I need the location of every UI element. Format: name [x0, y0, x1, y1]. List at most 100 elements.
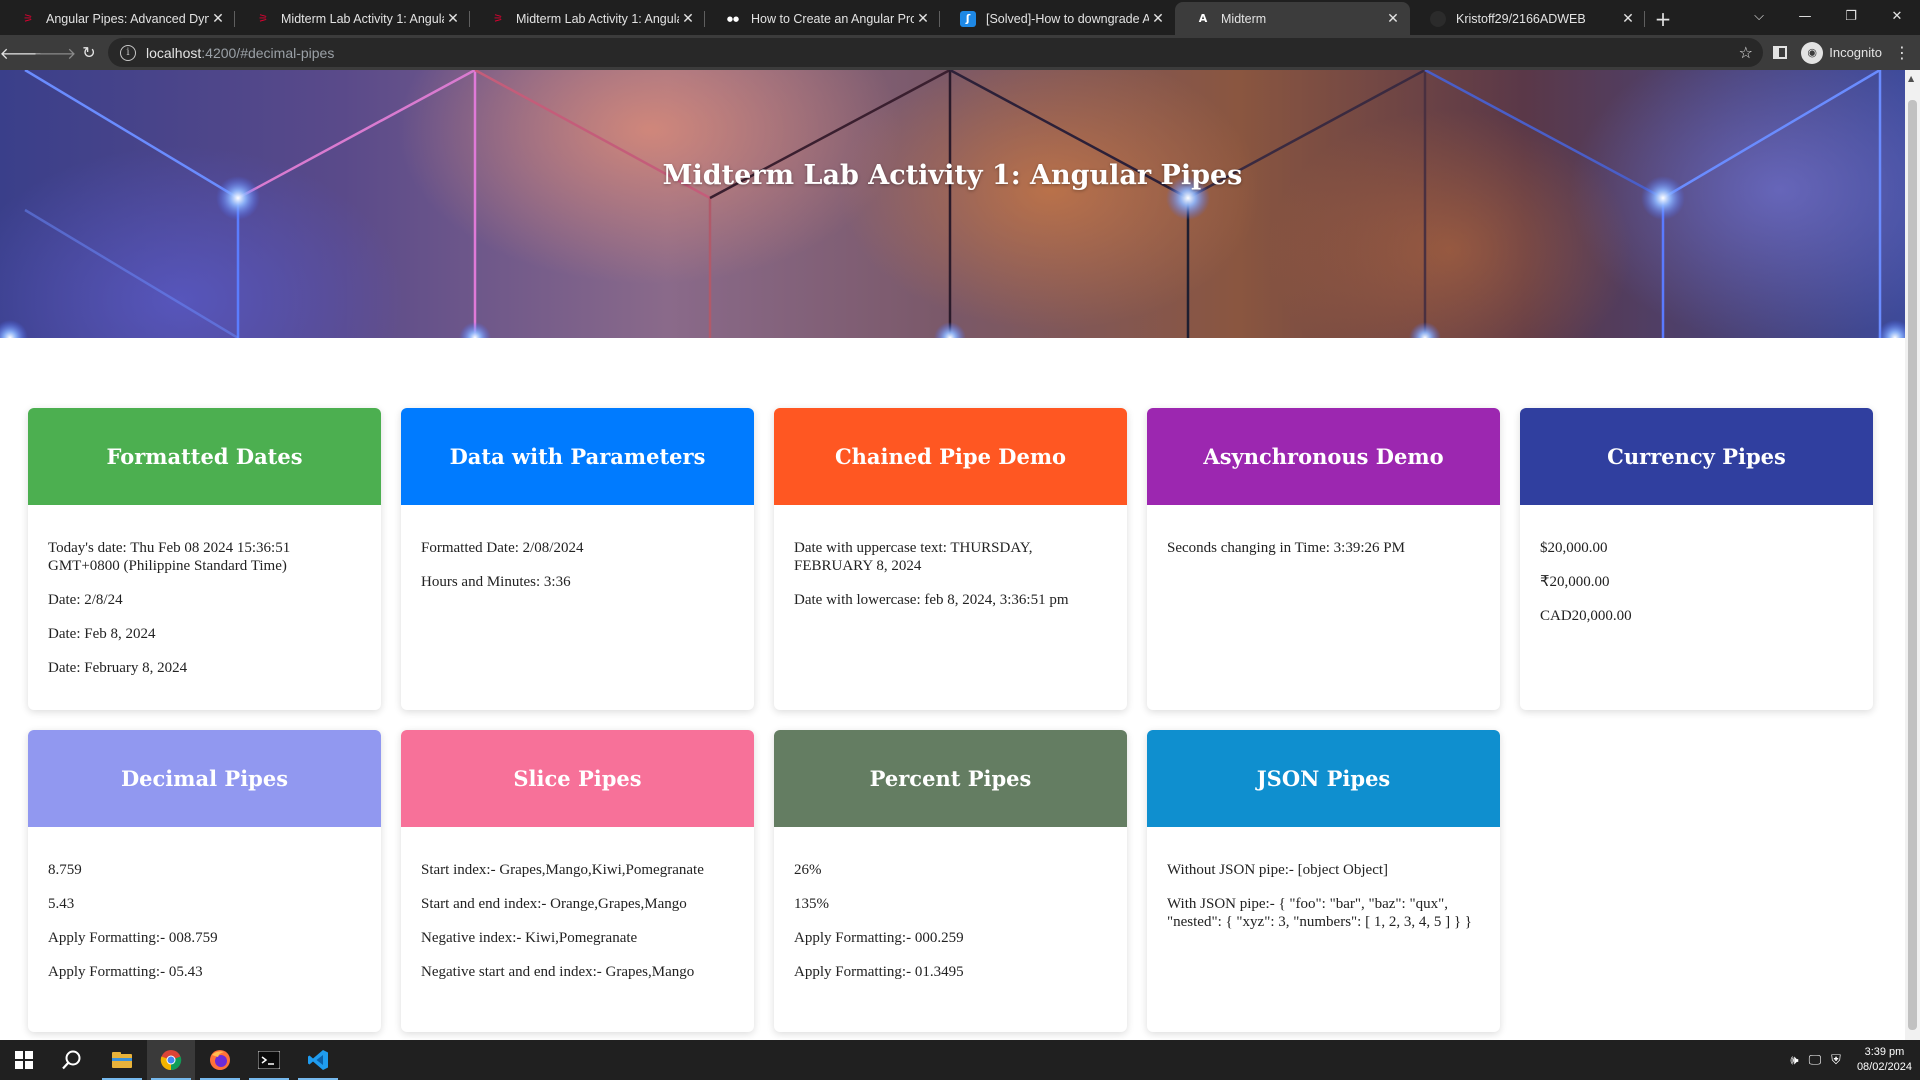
card-line: Start and end index:- Orange,Grapes,Mang…: [421, 896, 687, 912]
card-title: Formatted Dates: [28, 408, 381, 505]
menu-kebab-icon[interactable]: ⋮: [1894, 43, 1910, 62]
card-line: Hours and Minutes: 3:36: [421, 574, 571, 590]
tab-close-icon[interactable]: ✕: [209, 10, 227, 28]
file-explorer-icon[interactable]: [98, 1040, 146, 1080]
browser-tab[interactable]: ●● How to Create an Angular Proje ✕: [705, 2, 940, 35]
tab-title: Angular Pipes: Advanced Dynam: [46, 11, 209, 26]
window-controls: ⌵ — ❐ ✕: [1736, 0, 1920, 32]
clock-date: 08/02/2024: [1856, 1061, 1912, 1073]
pipe-card: Slice Pipes Start index:- Grapes,Mango,Ki…: [401, 730, 754, 1032]
browser-tab[interactable]: A Midterm ✕: [1175, 2, 1410, 35]
card-title: JSON Pipes: [1147, 730, 1500, 827]
windows-start-icon[interactable]: [0, 1040, 48, 1080]
chrome-icon[interactable]: [147, 1040, 195, 1080]
card-line: Apply Formatting:- 008.759: [48, 930, 218, 946]
card-line: Today's date: Thu Feb 08 2024 15:36:51 G…: [48, 540, 291, 574]
card-line: Formatted Date: 2/08/2024: [421, 540, 584, 556]
clock-time: 3:39 pm: [1864, 1046, 1905, 1058]
tab-search-icon[interactable]: ⌵: [1736, 0, 1782, 32]
browser-tab[interactable]: ⚞ Midterm Lab Activity 1: Angular ✕: [470, 2, 705, 35]
card-line: Negative start and end index:- Grapes,Ma…: [421, 964, 695, 980]
card-title: Asynchronous Demo: [1147, 408, 1500, 505]
card-title: Slice Pipes: [401, 730, 754, 827]
tab-close-icon[interactable]: ✕: [1619, 10, 1637, 28]
card-line: Date: Feb 8, 2024: [48, 626, 156, 642]
card-line: Date with lowercase: feb 8, 2024, 3:36:5…: [794, 592, 1069, 608]
tab-title: How to Create an Angular Proje: [751, 11, 914, 26]
restore-button[interactable]: ❐: [1828, 0, 1874, 32]
card-line: CAD20,000.00: [1540, 608, 1632, 624]
page-title: Midterm Lab Activity 1: Angular Pipes: [662, 160, 1243, 191]
medium-favicon-icon: ●●: [726, 14, 740, 23]
tab-title: Midterm: [1221, 11, 1267, 26]
card-line: ₹20,000.00: [1540, 574, 1610, 590]
pipe-card: Data with Parameters Formatted Date: 2/08…: [401, 408, 754, 710]
card-title: Data with Parameters: [401, 408, 754, 505]
browser-toolbar: 🡐 🡒 ↻ i localhost:4200/#decimal-pipes ☆ …: [0, 35, 1920, 70]
back-button[interactable]: 🡐: [0, 40, 42, 66]
card-line: Apply Formatting:- 01.3495: [794, 964, 964, 980]
pipe-card-grid: Formatted Dates Today's date: Thu Feb 08 …: [28, 408, 1876, 1032]
side-panel-icon[interactable]: [1773, 46, 1788, 59]
profile-button[interactable]: ◉ Incognito: [1801, 41, 1882, 64]
tab-title: Midterm Lab Activity 1: Angular: [516, 11, 679, 26]
security-shield-icon[interactable]: ⛨: [1831, 1052, 1841, 1068]
tab-close-icon[interactable]: ✕: [1149, 10, 1167, 28]
tab-title: [Solved]-How to downgrade An: [986, 11, 1149, 26]
vscode-icon[interactable]: [294, 1040, 342, 1080]
pipe-card: Currency Pipes $20,000.00 ₹20,000.00 CAD20,…: [1520, 408, 1873, 710]
page-scrollbar[interactable]: ▲: [1905, 70, 1920, 1040]
volume-icon[interactable]: 🕪: [1790, 1052, 1798, 1068]
tab-close-icon[interactable]: ✕: [914, 10, 932, 28]
minimize-button[interactable]: —: [1782, 0, 1828, 32]
pipe-card: Percent Pipes 26% 135% Apply Formatting:- 0…: [774, 730, 1127, 1032]
pipe-card: JSON Pipes Without JSON pipe:- [object Ob…: [1147, 730, 1500, 1032]
card-title: Percent Pipes: [774, 730, 1127, 827]
card-body: 8.759 5.43 Apply Formatting:- 008.759 Apply…: [28, 827, 381, 981]
card-line: 135%: [794, 896, 829, 912]
new-tab-button[interactable]: +: [1645, 2, 1681, 35]
scroll-up-arrow-icon[interactable]: ▲: [1908, 74, 1914, 83]
angular-favicon-icon: A: [1198, 12, 1208, 25]
browser-tab[interactable]: ʃ [Solved]-How to downgrade An ✕: [940, 2, 1175, 35]
browser-tab[interactable]: ⚞ Angular Pipes: Advanced Dynam✕: [0, 2, 235, 35]
solved-favicon-icon: ʃ: [960, 10, 976, 27]
network-icon[interactable]: 🖵: [1809, 1052, 1822, 1068]
tab-close-icon[interactable]: ✕: [1384, 10, 1402, 28]
firefox-icon[interactable]: [196, 1040, 244, 1080]
pipe-card: Formatted Dates Today's date: Thu Feb 08 …: [28, 408, 381, 710]
browser-tab[interactable]: Kristoff29/2166ADWEB ✕: [1410, 2, 1645, 35]
card-title: Currency Pipes: [1520, 408, 1873, 505]
tab-title: Midterm Lab Activity 1: Angular: [281, 11, 444, 26]
hero-banner: Midterm Lab Activity 1: Angular Pipes: [0, 70, 1905, 338]
browser-tab[interactable]: ⚞ Midterm Lab Activity 1: Angular ✕: [235, 2, 470, 35]
address-bar[interactable]: i localhost:4200/#decimal-pipes ☆: [108, 38, 1763, 67]
card-body: Seconds changing in Time: 3:39:26 PM: [1147, 505, 1500, 557]
terminal-icon[interactable]: [245, 1040, 293, 1080]
close-window-button[interactable]: ✕: [1874, 0, 1920, 32]
angular-pipes-favicon-icon: ⚞: [258, 12, 268, 25]
reload-button[interactable]: ↻: [76, 40, 102, 66]
url-text[interactable]: localhost:4200/#decimal-pipes: [146, 45, 334, 61]
card-line: Seconds changing in Time: 3:39:26 PM: [1167, 540, 1405, 556]
card-line: Date with uppercase text: THURSDAY, FEBR…: [794, 540, 1033, 574]
taskbar-clock[interactable]: 3:39 pm 08/02/2024: [1857, 1045, 1912, 1075]
card-line: Date: 2/8/24: [48, 592, 123, 608]
url-host: localhost: [146, 44, 202, 61]
tab-close-icon[interactable]: ✕: [444, 10, 462, 28]
card-line: 26%: [794, 862, 822, 878]
site-info-icon[interactable]: i: [120, 44, 136, 61]
card-title: Decimal Pipes: [28, 730, 381, 827]
forward-button[interactable]: 🡒: [34, 40, 77, 66]
scrollbar-thumb[interactable]: [1908, 100, 1917, 1030]
toolbar-right: ◉ Incognito ⋮: [1773, 35, 1920, 70]
card-line: Apply Formatting:- 05.43: [48, 964, 203, 980]
card-line: Without JSON pipe:- [object Object]: [1167, 862, 1389, 878]
pipe-card: Chained Pipe Demo Date with uppercase tex…: [774, 408, 1127, 710]
tab-close-icon[interactable]: ✕: [679, 10, 697, 28]
search-icon[interactable]: [48, 1040, 96, 1080]
card-body: Date with uppercase text: THURSDAY, FEBR…: [774, 505, 1127, 609]
angular-pipes-favicon-icon: ⚞: [23, 12, 33, 25]
card-line: Date: February 8, 2024: [48, 660, 188, 676]
bookmark-star-icon[interactable]: ☆: [1739, 43, 1753, 62]
